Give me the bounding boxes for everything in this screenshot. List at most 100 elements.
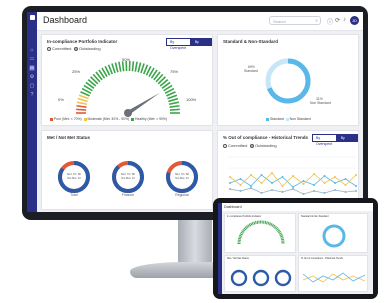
grid-icon[interactable]: ▦: [29, 66, 35, 71]
trend-point: [323, 175, 326, 177]
help-icon[interactable]: ?: [29, 93, 35, 98]
gauge-ticks: [76, 61, 180, 114]
donut-center-total: Met: 70 / 80 Not Met: 10: [67, 173, 81, 180]
standard-legend: Standard Non Standard: [266, 117, 311, 121]
folder-icon[interactable]: ▭: [29, 57, 35, 62]
trend-point: [313, 190, 315, 192]
legend-moderate: Moderate (Met: 30% - 90%): [87, 117, 130, 121]
nonstandard-label: Non Standard: [310, 101, 331, 105]
gauge-tick: [169, 108, 180, 111]
gauge-chart: [76, 61, 180, 117]
gauge-label-75: 75%: [170, 69, 179, 74]
compliance-card: In-compliance Portfolio Indicator By Ove…: [41, 34, 213, 126]
trend-point: [239, 178, 242, 180]
gauge-tick: [78, 94, 89, 100]
tablet-sidebar: [218, 203, 222, 294]
gauge-tick: [118, 61, 122, 72]
trend-point: [281, 185, 284, 187]
search-input[interactable]: Search ⌕: [269, 16, 321, 25]
tablet-card-1: In-compliance Portfolio Indicator: [224, 213, 296, 253]
chat-icon[interactable]: ▢: [29, 84, 35, 89]
search-placeholder: Search: [273, 19, 286, 24]
home-icon[interactable]: ⌂: [29, 48, 35, 53]
gauge-tick: [134, 61, 138, 72]
logo-icon: [29, 15, 35, 20]
gauge-tick: [167, 94, 178, 100]
bell-icon[interactable]: ♪: [343, 17, 346, 23]
trend-point: [292, 188, 294, 190]
gauge-tick: [121, 61, 125, 72]
info-icon[interactable]: ⓘ: [327, 17, 333, 26]
trend-point: [344, 191, 347, 193]
gauge-label-0: 0%: [58, 97, 64, 102]
sidebar: ⌂ ▭ ▦ ⚙ ▢ ?: [27, 12, 37, 212]
trend-point: [355, 190, 357, 192]
gauge-tick: [76, 104, 87, 108]
gear-icon[interactable]: ⚙: [29, 75, 35, 80]
gauge-tick: [77, 97, 88, 103]
trend-point: [302, 180, 305, 182]
gauge-tick: [114, 62, 119, 73]
trend-point: [271, 189, 273, 191]
trend-point: [292, 186, 294, 188]
trend-point: [229, 176, 231, 178]
tablet-title: Dashboard: [224, 205, 242, 209]
gauge-label-100: 100%: [186, 97, 197, 102]
top-bar: Dashboard Search ⌕ ⓘ ⟳ ♪ JD: [37, 12, 363, 31]
needle-hub: [124, 109, 132, 117]
avatar[interactable]: JD: [350, 16, 359, 25]
trend-point: [313, 184, 315, 186]
trend-point: [239, 190, 242, 192]
donut-label-regional: Regional: [175, 193, 189, 197]
trend-point: [229, 182, 231, 184]
trend-point: [323, 182, 326, 184]
trend-point: [334, 189, 336, 191]
refresh-icon[interactable]: ⟳: [335, 17, 340, 24]
trend-point: [302, 183, 305, 185]
trend-point: [292, 175, 294, 177]
gauge-tick: [168, 97, 179, 103]
tablet-screen: Dashboard In-compliance Portfolio Indica…: [218, 203, 373, 294]
trend-point: [260, 192, 263, 194]
met-card: Met / Not Met Status Total Finance Regio…: [41, 130, 213, 210]
tablet-card-2: Standard & Non-Standard: [298, 213, 368, 253]
gauge-tick: [137, 62, 142, 73]
gauge-tick: [168, 101, 180, 106]
trend-point: [260, 182, 263, 184]
trend-point: [229, 188, 231, 190]
gauge-needle: [124, 92, 161, 117]
trend-series-line: [229, 172, 357, 187]
desktop-monitor: ⌂ ▭ ▦ ⚙ ▢ ? Dashboard Search ⌕ ⓘ ⟳ ♪ JD …: [22, 6, 368, 220]
tablet-card-3: Met / Not Met Status: [224, 255, 296, 292]
trend-point: [239, 184, 242, 186]
trend-point: [250, 174, 252, 176]
trend-point: [323, 192, 326, 194]
trend-point: [302, 193, 305, 195]
trend-point: [334, 176, 336, 178]
met-donuts: [58, 161, 198, 193]
trend-point: [271, 182, 273, 184]
legend-healthy: Healthy (Met: > 90%): [135, 117, 167, 121]
page-title: Dashboard: [43, 15, 88, 25]
donut-label-total: Total: [70, 193, 78, 197]
gauge-legend: Poor (Met: < 70%) Moderate (Met: 30% - 9…: [50, 117, 167, 121]
donut-label-finance: Finance: [121, 193, 135, 197]
gauge-tick: [111, 63, 116, 74]
legend-poor: Poor (Met: < 70%): [54, 117, 82, 121]
trend-point: [344, 178, 347, 180]
search-icon: ⌕: [315, 18, 318, 24]
trend-point: [250, 187, 252, 189]
gauge-label-25: 25%: [72, 69, 81, 74]
monitor-neck: [178, 220, 212, 266]
dashboard-screen: ⌂ ▭ ▦ ⚙ ▢ ? Dashboard Search ⌕ ⓘ ⟳ ♪ JD …: [27, 12, 363, 212]
trend-point: [281, 176, 284, 178]
trend-point: [355, 174, 357, 176]
gauge-tick: [76, 101, 88, 106]
trend-point: [250, 185, 252, 187]
donut-center-finance: Met: 70 / 80 Not Met: 10: [121, 173, 135, 180]
gauge-tick: [140, 63, 145, 74]
tablet-topbar: Dashboard: [218, 203, 373, 211]
tablet-device: Dashboard In-compliance Portfolio Indica…: [213, 198, 378, 299]
gauge-tick: [131, 61, 135, 72]
tablet-card-4: % Out of compliance - Historical Trends: [298, 255, 368, 292]
